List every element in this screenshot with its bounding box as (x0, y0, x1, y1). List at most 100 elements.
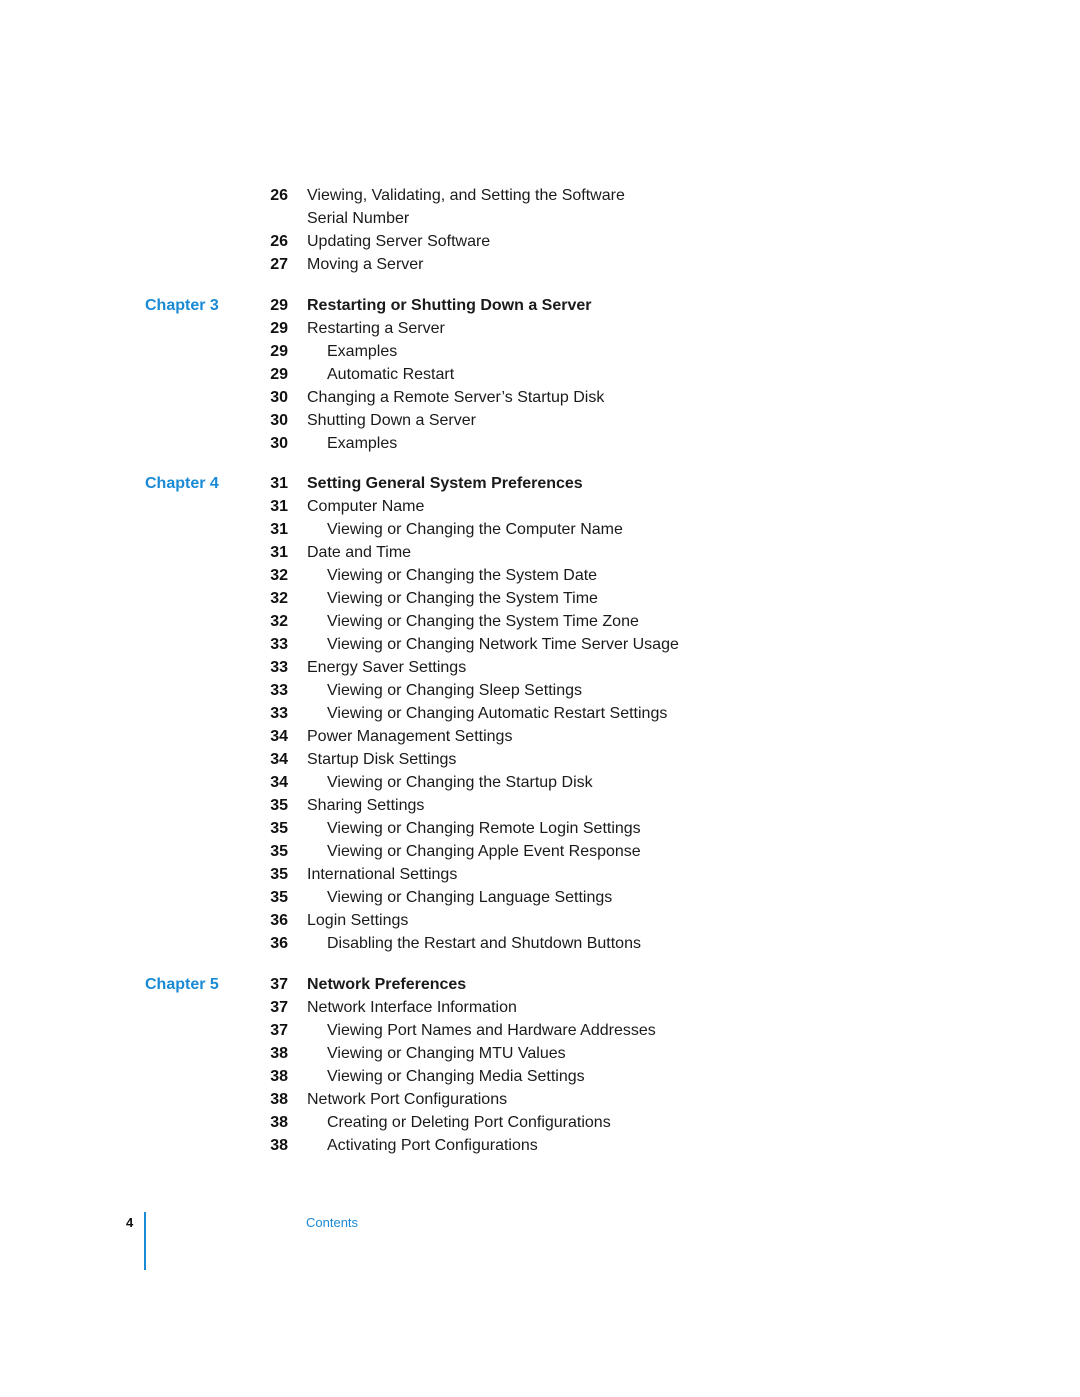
toc-entry-title: Computer Name (307, 498, 425, 515)
toc-page-number: 29 (270, 342, 288, 360)
toc-chapter-section: Chapter 5 37 Network Preferences 37 Network … (0, 973, 1080, 1157)
toc-entry[interactable]: 33 Energy Saver Settings (0, 656, 1080, 679)
toc-entry[interactable]: 34 Startup Disk Settings (0, 748, 1080, 771)
toc-entry[interactable]: 32 Viewing or Changing the System Time (0, 587, 1080, 610)
toc-entry[interactable]: 33 Viewing or Changing Sleep Settings (0, 679, 1080, 702)
toc-chapter-section: Chapter 3 29 Restarting or Shutting Down a… (0, 294, 1080, 455)
footer-page-number: 4 (126, 1215, 134, 1230)
toc-page-number: 26 (270, 233, 288, 250)
toc-entry[interactable]: 38 Viewing or Changing Media Settings (0, 1065, 1080, 1088)
toc-entry[interactable]: 30 Changing a Remote Server’s Startup Dis… (0, 386, 1080, 409)
toc-page-number: 38 (270, 1067, 288, 1085)
toc-page-number: 38 (270, 1113, 288, 1131)
toc-page-number: 36 (270, 935, 288, 952)
toc-entry-title: International Settings (307, 866, 458, 883)
toc-page-number: 30 (270, 411, 288, 429)
toc-entry-title: Creating or Deleting Port Configurations (327, 1113, 611, 1131)
chapter-label: Chapter 4 (145, 475, 219, 492)
toc-entry[interactable]: 33 Viewing or Changing Automatic Restart … (0, 702, 1080, 725)
toc-page-number: 33 (270, 636, 288, 653)
toc-chapter-title-entry[interactable]: Chapter 3 29 Restarting or Shutting Down a… (0, 294, 1080, 317)
toc-entry[interactable]: 34 Viewing or Changing the Startup Disk (0, 771, 1080, 794)
toc-entry-title: Viewing or Changing the Startup Disk (327, 774, 593, 791)
toc-entry[interactable]: 29 Restarting a Server (0, 317, 1080, 340)
toc-entry-title: Restarting or Shutting Down a Server (307, 296, 592, 314)
toc-entry-title: Viewing or Changing Language Settings (327, 889, 613, 906)
toc-page-number: 35 (270, 843, 288, 860)
toc-entry[interactable]: 26 Viewing, Validating, and Setting the S… (0, 184, 1080, 207)
toc-entry[interactable]: Serial Number (0, 207, 1080, 230)
toc-entry[interactable]: 38 Activating Port Configurations (0, 1134, 1080, 1157)
toc-entry[interactable]: 33 Viewing or Changing Network Time Serve… (0, 633, 1080, 656)
toc-entry-title: Startup Disk Settings (307, 751, 457, 768)
toc-page-number: 35 (270, 797, 288, 814)
toc-entry[interactable]: 35 International Settings (0, 863, 1080, 886)
toc-entry[interactable]: 32 Viewing or Changing the System Date (0, 564, 1080, 587)
toc-page-number: 29 (270, 296, 288, 314)
toc-entry[interactable]: 35 Sharing Settings (0, 794, 1080, 817)
toc-entry[interactable]: 35 Viewing or Changing Remote Login Setti… (0, 817, 1080, 840)
toc-entry[interactable]: 30 Examples (0, 432, 1080, 455)
toc-entry-title: Viewing Port Names and Hardware Addresse… (327, 1021, 656, 1039)
toc-page-number: 30 (270, 388, 288, 406)
toc-entry[interactable]: 37 Viewing Port Names and Hardware Addres… (0, 1019, 1080, 1042)
toc-entry[interactable]: 32 Viewing or Changing the System Time Zo… (0, 610, 1080, 633)
toc-entry-title: Network Port Configurations (307, 1090, 508, 1108)
toc-entry[interactable]: 34 Power Management Settings (0, 725, 1080, 748)
toc-entry[interactable]: 29 Automatic Restart (0, 363, 1080, 386)
toc-page-number: 35 (270, 820, 288, 837)
toc-entry-title: Setting General System Preferences (307, 475, 583, 492)
toc-entry[interactable]: 38 Creating or Deleting Port Configuratio… (0, 1111, 1080, 1134)
toc-chapter-title-entry[interactable]: Chapter 4 31 Setting General System Prefer… (0, 472, 1080, 495)
toc-page-number: 31 (270, 544, 288, 561)
chapter-label: Chapter 3 (145, 296, 219, 314)
toc-entry[interactable]: 31 Computer Name (0, 495, 1080, 518)
toc-entry-title: Power Management Settings (307, 728, 513, 745)
toc-entry[interactable]: 37 Network Interface Information (0, 996, 1080, 1019)
toc-entry-title: Viewing or Changing the System Date (327, 567, 598, 584)
toc-entry-title: Shutting Down a Server (307, 411, 476, 429)
toc-page-number: 38 (270, 1136, 288, 1154)
toc-entry[interactable]: 27 Moving a Server (0, 253, 1080, 276)
footer-section-label: Contents (306, 1215, 359, 1230)
toc-page-number: 32 (270, 590, 288, 607)
toc-entry-title: Viewing or Changing Remote Login Setting… (327, 820, 641, 837)
toc-page-number: 33 (270, 705, 288, 722)
toc-entry[interactable]: 38 Viewing or Changing MTU Values (0, 1042, 1080, 1065)
toc-page-number: 35 (270, 889, 288, 906)
toc-chapter-title-entry[interactable]: Chapter 5 37 Network Preferences (0, 973, 1080, 996)
toc-entry[interactable]: 36 Login Settings (0, 909, 1080, 932)
toc-entry-title: Viewing or Changing Network Time Server … (327, 636, 679, 653)
toc-page-number: 36 (270, 912, 288, 929)
toc-section: 26 Viewing, Validating, and Setting the S… (0, 184, 1080, 276)
toc-entry-title: Viewing or Changing the System Time Zone (327, 613, 639, 630)
toc-entry-title: Viewing or Changing the System Time (327, 590, 598, 607)
toc-entry-title: Changing a Remote Server’s Startup Disk (307, 388, 605, 406)
toc-entry-title: Energy Saver Settings (307, 659, 467, 676)
toc-page-number: 31 (270, 498, 288, 515)
toc-entry-title: Examples (327, 434, 398, 452)
toc-page-number: 34 (270, 774, 288, 791)
toc-entry[interactable]: 29 Examples (0, 340, 1080, 363)
toc-entry[interactable]: 26 Updating Server Software (0, 230, 1080, 253)
toc-entry[interactable]: 31 Date and Time (0, 541, 1080, 564)
toc-entry[interactable]: 36 Disabling the Restart and Shutdown But… (0, 932, 1080, 955)
toc-page-number: 31 (270, 521, 288, 538)
toc-entry[interactable]: 38 Network Port Configurations (0, 1088, 1080, 1111)
toc-entry-title: Network Preferences (307, 975, 467, 993)
toc-entry-title: Serial Number (307, 210, 410, 227)
toc-entry-title: Updating Server Software (307, 233, 491, 250)
toc-page-number: 26 (270, 187, 288, 204)
toc-entry-title: Moving a Server (307, 256, 424, 273)
toc-page-number: 37 (270, 975, 288, 993)
toc-entry[interactable]: 30 Shutting Down a Server (0, 409, 1080, 432)
toc-page-number: 37 (270, 998, 288, 1016)
table-of-contents: 26 Viewing, Validating, and Setting the S… (0, 184, 1080, 1157)
toc-page-number: 38 (270, 1090, 288, 1108)
toc-page-number: 27 (270, 256, 288, 273)
toc-page-number: 32 (270, 567, 288, 584)
toc-entry[interactable]: 35 Viewing or Changing Apple Event Respon… (0, 840, 1080, 863)
toc-entry[interactable]: 31 Viewing or Changing the Computer Name (0, 518, 1080, 541)
toc-page-number: 33 (270, 682, 288, 699)
toc-entry[interactable]: 35 Viewing or Changing Language Settings (0, 886, 1080, 909)
